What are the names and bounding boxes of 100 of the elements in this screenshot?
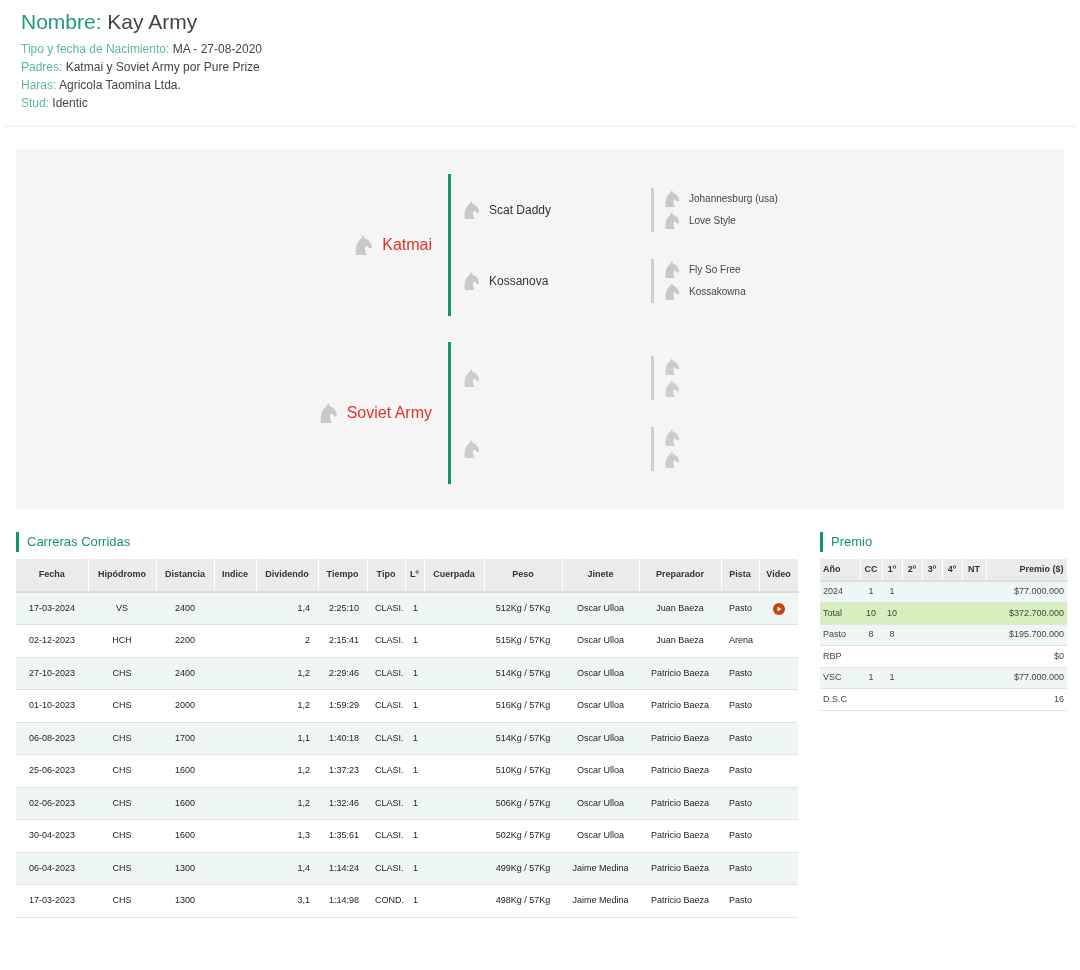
- table-cell: 516Kg / 57Kg: [484, 689, 562, 722]
- column-header[interactable]: Hipódromo: [88, 559, 156, 592]
- table-cell: 1: [860, 667, 882, 689]
- table-cell: $195.700.000: [986, 624, 1067, 646]
- table-cell: Pasto: [721, 657, 759, 690]
- table-cell: VSC: [820, 667, 860, 689]
- horse-head-icon: [664, 212, 681, 229]
- table-cell: 10: [860, 602, 882, 624]
- table-cell: Pasto: [721, 852, 759, 885]
- table-cell: 2:25:10: [318, 592, 367, 625]
- table-cell: CHS: [88, 819, 156, 852]
- table-cell: 10: [882, 602, 902, 624]
- column-header: NT: [962, 559, 986, 581]
- column-header[interactable]: Pista: [721, 559, 759, 592]
- table-cell: CLASI.: [367, 852, 405, 885]
- info-line: Padres: Katmai y Soviet Army por Pure Prize: [21, 59, 261, 76]
- table-cell: 1: [405, 689, 424, 722]
- column-header[interactable]: Dividendo: [256, 559, 318, 592]
- column-header[interactable]: Indice: [214, 559, 256, 592]
- column-header[interactable]: Distancia: [156, 559, 214, 592]
- sire-dam-name[interactable]: Soviet Army: [346, 401, 432, 425]
- table-cell: CHS: [88, 722, 156, 755]
- sire-dam-name[interactable]: Katmai: [382, 233, 432, 257]
- pedigree-connector: [651, 355, 654, 400]
- pedigree-connector: [651, 258, 654, 303]
- table-cell: 1:35:61: [318, 819, 367, 852]
- table-cell: Patricio Baeza: [639, 754, 721, 787]
- ancestor-name[interactable]: Kossanova: [489, 271, 549, 290]
- table-cell: 1:59:29: [318, 689, 367, 722]
- ancestor-name[interactable]: Scat Daddy: [489, 200, 552, 219]
- column-header[interactable]: Video: [759, 559, 798, 592]
- column-header: 4º: [942, 559, 962, 581]
- table-cell: Pasto: [721, 722, 759, 755]
- table-cell: 1,4: [256, 592, 318, 625]
- table-cell: Oscar Ulloa: [562, 754, 639, 787]
- table-cell: CHS: [88, 852, 156, 885]
- table-cell: 1600: [156, 819, 214, 852]
- table-cell: $77.000.000: [986, 581, 1067, 603]
- table-cell: 8: [860, 624, 882, 646]
- table-cell: 1: [405, 722, 424, 755]
- table-cell: CLASI.: [367, 819, 405, 852]
- table-cell: 1: [882, 581, 902, 603]
- table-cell: $77.000.000: [986, 667, 1067, 689]
- column-header[interactable]: Lº: [405, 559, 424, 592]
- ancestor-name[interactable]: Kossakowna: [689, 284, 746, 299]
- table-cell: 1,1: [256, 722, 318, 755]
- table-cell: 1600: [156, 787, 214, 820]
- column-header[interactable]: Peso: [484, 559, 562, 592]
- table-cell: CLASI.: [367, 657, 405, 690]
- ancestor-name[interactable]: Fly So Free: [689, 262, 741, 277]
- table-cell: 499Kg / 57Kg: [484, 852, 562, 885]
- play-icon[interactable]: [772, 603, 785, 616]
- table-cell: 06-04-2023: [16, 852, 88, 885]
- column-header[interactable]: Tipo: [367, 559, 405, 592]
- column-header[interactable]: Cuerpada: [424, 559, 484, 592]
- table-cell: Patricio Baeza: [639, 722, 721, 755]
- table-cell: 1: [860, 581, 882, 603]
- table-cell: 1600: [156, 754, 214, 787]
- table-cell: Pasto: [721, 754, 759, 787]
- horse-head-icon: [664, 451, 681, 468]
- info-line: Haras: Agricola Taomina Ltda.: [21, 77, 182, 94]
- table-cell: CHS: [88, 884, 156, 917]
- table-cell: 27-10-2023: [16, 657, 88, 690]
- column-header[interactable]: Preparador: [639, 559, 721, 592]
- table-cell: Oscar Ulloa: [562, 722, 639, 755]
- table-cell: 514Kg / 57Kg: [484, 657, 562, 690]
- title-bar: [820, 532, 823, 552]
- table-cell: 1:14:24: [318, 852, 367, 885]
- horse-head-icon: [354, 235, 375, 255]
- table-cell: $372.700.000: [986, 602, 1067, 624]
- horse-head-icon: [664, 283, 681, 300]
- table-cell: HCH: [88, 624, 156, 657]
- table-cell: 510Kg / 57Kg: [484, 754, 562, 787]
- info-line: Tipo y fecha de Nacimiento: MA - 27-08-2020: [21, 41, 263, 58]
- column-header[interactable]: Tiempo: [318, 559, 367, 592]
- table-cell: CHS: [88, 657, 156, 690]
- table-cell: Total: [820, 602, 860, 624]
- table-cell: 2200: [156, 624, 214, 657]
- table-cell: 2024: [820, 581, 860, 603]
- table-cell: 502Kg / 57Kg: [484, 819, 562, 852]
- table-cell: CHS: [88, 787, 156, 820]
- table-cell: 01-10-2023: [16, 689, 88, 722]
- ancestor-name[interactable]: Love Style: [689, 213, 736, 228]
- table-cell: CHS: [88, 689, 156, 722]
- column-header[interactable]: Jinete: [562, 559, 639, 592]
- table-cell: Patricio Baeza: [639, 689, 721, 722]
- table-cell: $0: [986, 645, 1067, 667]
- table-cell: Pasto: [721, 819, 759, 852]
- column-header: 1º: [882, 559, 902, 581]
- column-header[interactable]: Fecha: [16, 559, 88, 592]
- pedigree-connector: [651, 187, 654, 232]
- horse-head-icon: [463, 368, 481, 387]
- ancestor-name[interactable]: Johannesburg (usa): [689, 191, 778, 206]
- table-cell: 1: [405, 754, 424, 787]
- table-cell: 1,2: [256, 754, 318, 787]
- table-cell: Patricio Baeza: [639, 657, 721, 690]
- horse-head-icon: [318, 403, 339, 423]
- table-cell: COND.: [367, 884, 405, 917]
- table-cell: 1:37:23: [318, 754, 367, 787]
- table-cell: 02-06-2023: [16, 787, 88, 820]
